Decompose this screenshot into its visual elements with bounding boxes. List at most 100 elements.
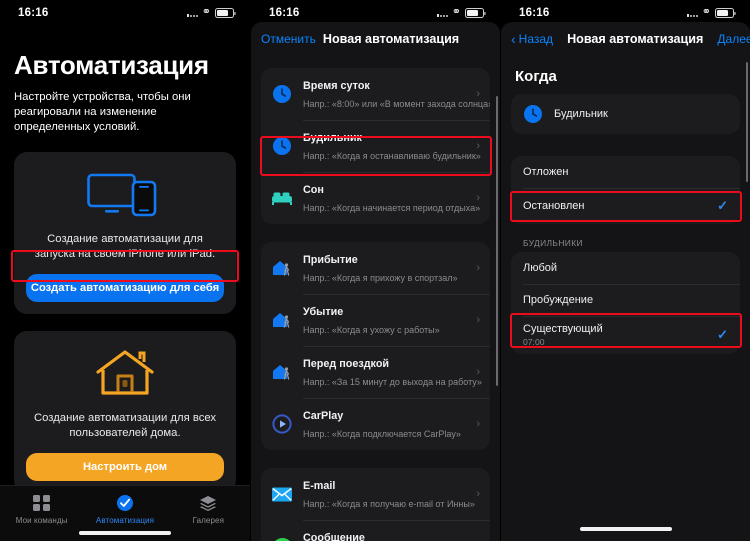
status-bar-icons: ⚭ bbox=[186, 5, 236, 19]
chevron-left-icon[interactable]: ‹ bbox=[511, 32, 516, 46]
phone-screen-new-automation-triggers: 16:16 ⚭ Отменить Новая автоматизация Вре… bbox=[250, 0, 500, 541]
selected-trigger-card: Будильник bbox=[511, 94, 740, 134]
tab-bar: Мои команды Автоматизация Галерея bbox=[0, 485, 250, 541]
row-text: Сообщение Напр.: «Когда я получаю сообще… bbox=[303, 528, 462, 541]
home-arrive-icon bbox=[271, 257, 293, 279]
alarm-option-text: Существующий 07:00 bbox=[523, 323, 717, 347]
trigger-row-alarm[interactable]: Будильник Напр.: «Когда я останавливаю б… bbox=[261, 120, 490, 172]
personal-automation-text: Создание автоматизации для запуска на св… bbox=[34, 233, 216, 260]
message-bubble-icon bbox=[271, 535, 293, 541]
chevron-right-icon: › bbox=[476, 88, 480, 100]
trigger-row-leave[interactable]: Убытие Напр.: «Когда я ухожу с работы» › bbox=[261, 294, 490, 346]
scroll-indicator[interactable] bbox=[495, 96, 498, 386]
home-trip-icon bbox=[271, 361, 293, 383]
personal-automation-card: Создание автоматизации для запуска на св… bbox=[14, 152, 236, 314]
battery-icon bbox=[715, 8, 736, 18]
row-title: Сон bbox=[303, 184, 324, 196]
home-automation-text: Создание автоматизации для всех пользова… bbox=[33, 412, 217, 439]
automation-landing: Автоматизация Настройте устройства, чтоб… bbox=[0, 50, 250, 493]
row-title: E-mail bbox=[303, 480, 336, 492]
home-automation-card: Создание автоматизации для всех пользова… bbox=[14, 331, 236, 493]
state-option-stopped[interactable]: Остановлен ✓ bbox=[511, 188, 740, 224]
checkmark-icon: ✓ bbox=[717, 198, 728, 213]
trigger-group-communication: E-mail Напр.: «Когда я получаю e-mail от… bbox=[261, 468, 490, 541]
alarms-section-header: БУДИЛЬНИКИ bbox=[523, 238, 583, 248]
alarm-option-existing[interactable]: Существующий 07:00 ✓ bbox=[511, 316, 740, 354]
trigger-row-message[interactable]: Сообщение Напр.: «Когда я получаю сообще… bbox=[261, 520, 490, 541]
chevron-right-icon: › bbox=[476, 418, 480, 430]
status-bar-time: 16:16 bbox=[519, 7, 550, 19]
automation-clock-icon bbox=[116, 494, 134, 512]
selected-trigger-label: Будильник bbox=[554, 108, 608, 120]
status-bar-time: 16:16 bbox=[18, 7, 49, 19]
link-vpn-icon: ⚭ bbox=[451, 5, 461, 18]
status-bar-icons: ⚭ bbox=[436, 5, 486, 19]
row-text: Убытие Напр.: «Когда я ухожу с работы» bbox=[303, 302, 462, 338]
selected-trigger-row[interactable]: Будильник bbox=[511, 94, 740, 134]
setup-home-button[interactable]: Настроить дом bbox=[26, 453, 224, 481]
state-option-label: Остановлен bbox=[523, 200, 585, 212]
state-option-snoozed[interactable]: Отложен bbox=[511, 156, 740, 188]
chevron-right-icon: › bbox=[476, 192, 480, 204]
row-text: E-mail Напр.: «Когда я получаю e-mail от… bbox=[303, 476, 475, 512]
row-title: CarPlay bbox=[303, 410, 344, 422]
chevron-right-icon: › bbox=[476, 140, 480, 152]
clock-icon bbox=[271, 135, 293, 157]
chevron-right-icon: › bbox=[476, 366, 480, 378]
tab-gallery[interactable]: Галерея bbox=[167, 494, 250, 525]
nav-bar: Отменить Новая автоматизация bbox=[251, 22, 500, 56]
battery-icon bbox=[215, 8, 236, 18]
alarm-option-any[interactable]: Любой bbox=[511, 252, 740, 284]
condition-list[interactable]: Когда Будильник Отложен Остановлен ✓ БУД… bbox=[501, 56, 750, 541]
row-title: Убытие bbox=[303, 306, 344, 318]
tab-automation[interactable]: Автоматизация bbox=[83, 494, 166, 525]
tab-automation-label: Автоматизация bbox=[95, 516, 155, 525]
chevron-right-icon: › bbox=[476, 262, 480, 274]
home-indicator bbox=[579, 527, 672, 531]
nav-title: Новая автоматизация bbox=[567, 32, 704, 46]
trigger-row-before-trip[interactable]: Перед поездкой Напр.: «За 15 минут до вы… bbox=[261, 346, 490, 398]
new-automation-sheet: Отменить Новая автоматизация Время суток… bbox=[251, 22, 500, 541]
battery-icon bbox=[465, 8, 486, 18]
signal-strength-icon bbox=[436, 9, 448, 17]
tab-gallery-label: Галерея bbox=[192, 516, 225, 525]
phone-screen-alarm-condition: 16:16 ⚭ ‹ Назад Новая автоматизация Дале… bbox=[500, 0, 750, 541]
create-personal-automation-button[interactable]: Создать автоматизацию для себя bbox=[26, 274, 224, 302]
next-button[interactable]: Далее bbox=[717, 32, 750, 46]
row-text: Перед поездкой Напр.: «За 15 минут до вы… bbox=[303, 354, 482, 390]
row-title: Время суток bbox=[303, 80, 370, 92]
checkmark-icon: ✓ bbox=[717, 327, 728, 342]
house-icon bbox=[26, 345, 224, 401]
link-vpn-icon: ⚭ bbox=[701, 5, 711, 18]
back-button[interactable]: Назад bbox=[519, 32, 553, 46]
page-subtitle: Настройте устройства, чтобы они реагиров… bbox=[14, 91, 191, 133]
row-subtitle: Напр.: «8:00» или «В момент захода солнц… bbox=[303, 99, 490, 109]
status-bar-icons: ⚭ bbox=[686, 5, 736, 19]
alarm-option-wake[interactable]: Пробуждение bbox=[511, 284, 740, 316]
phone-screen-automation-home: 16:16 ⚭ Автоматизация Настройте устройст… bbox=[0, 0, 250, 541]
cancel-button[interactable]: Отменить bbox=[261, 32, 316, 46]
bed-icon bbox=[271, 187, 293, 209]
link-vpn-icon: ⚭ bbox=[201, 5, 211, 18]
trigger-row-sleep[interactable]: Сон Напр.: «Когда начинается период отды… bbox=[261, 172, 490, 224]
trigger-row-arrive[interactable]: Прибытие Напр.: «Когда я прихожу в спорт… bbox=[261, 242, 490, 294]
alarm-condition-sheet: ‹ Назад Новая автоматизация Далее Когда … bbox=[501, 22, 750, 541]
clock-icon bbox=[271, 83, 293, 105]
status-bar: 16:16 ⚭ bbox=[0, 0, 250, 26]
trigger-row-email[interactable]: E-mail Напр.: «Когда я получаю e-mail от… bbox=[261, 468, 490, 520]
chevron-right-icon: › bbox=[476, 314, 480, 326]
trigger-row-carplay[interactable]: CarPlay Напр.: «Когда подключается CarPl… bbox=[261, 398, 490, 450]
row-text: Будильник Напр.: «Когда я останавливаю б… bbox=[303, 128, 481, 164]
trigger-row-time-of-day[interactable]: Время суток Напр.: «8:00» или «В момент … bbox=[261, 68, 490, 120]
status-bar-time: 16:16 bbox=[269, 7, 300, 19]
alarm-options-group: Любой Пробуждение Существующий 07:00 ✓ bbox=[511, 252, 740, 354]
row-subtitle: Напр.: «Когда я ухожу с работы» bbox=[303, 325, 440, 335]
tab-my-shortcuts[interactable]: Мои команды bbox=[0, 494, 83, 525]
state-option-label: Отложен bbox=[523, 166, 569, 178]
signal-strength-icon bbox=[686, 9, 698, 17]
row-title: Будильник bbox=[303, 132, 362, 144]
row-title: Прибытие bbox=[303, 254, 358, 266]
scroll-indicator[interactable] bbox=[745, 62, 748, 182]
alarm-option-label: Любой bbox=[523, 262, 558, 274]
trigger-list[interactable]: Время суток Напр.: «8:00» или «В момент … bbox=[251, 56, 500, 541]
